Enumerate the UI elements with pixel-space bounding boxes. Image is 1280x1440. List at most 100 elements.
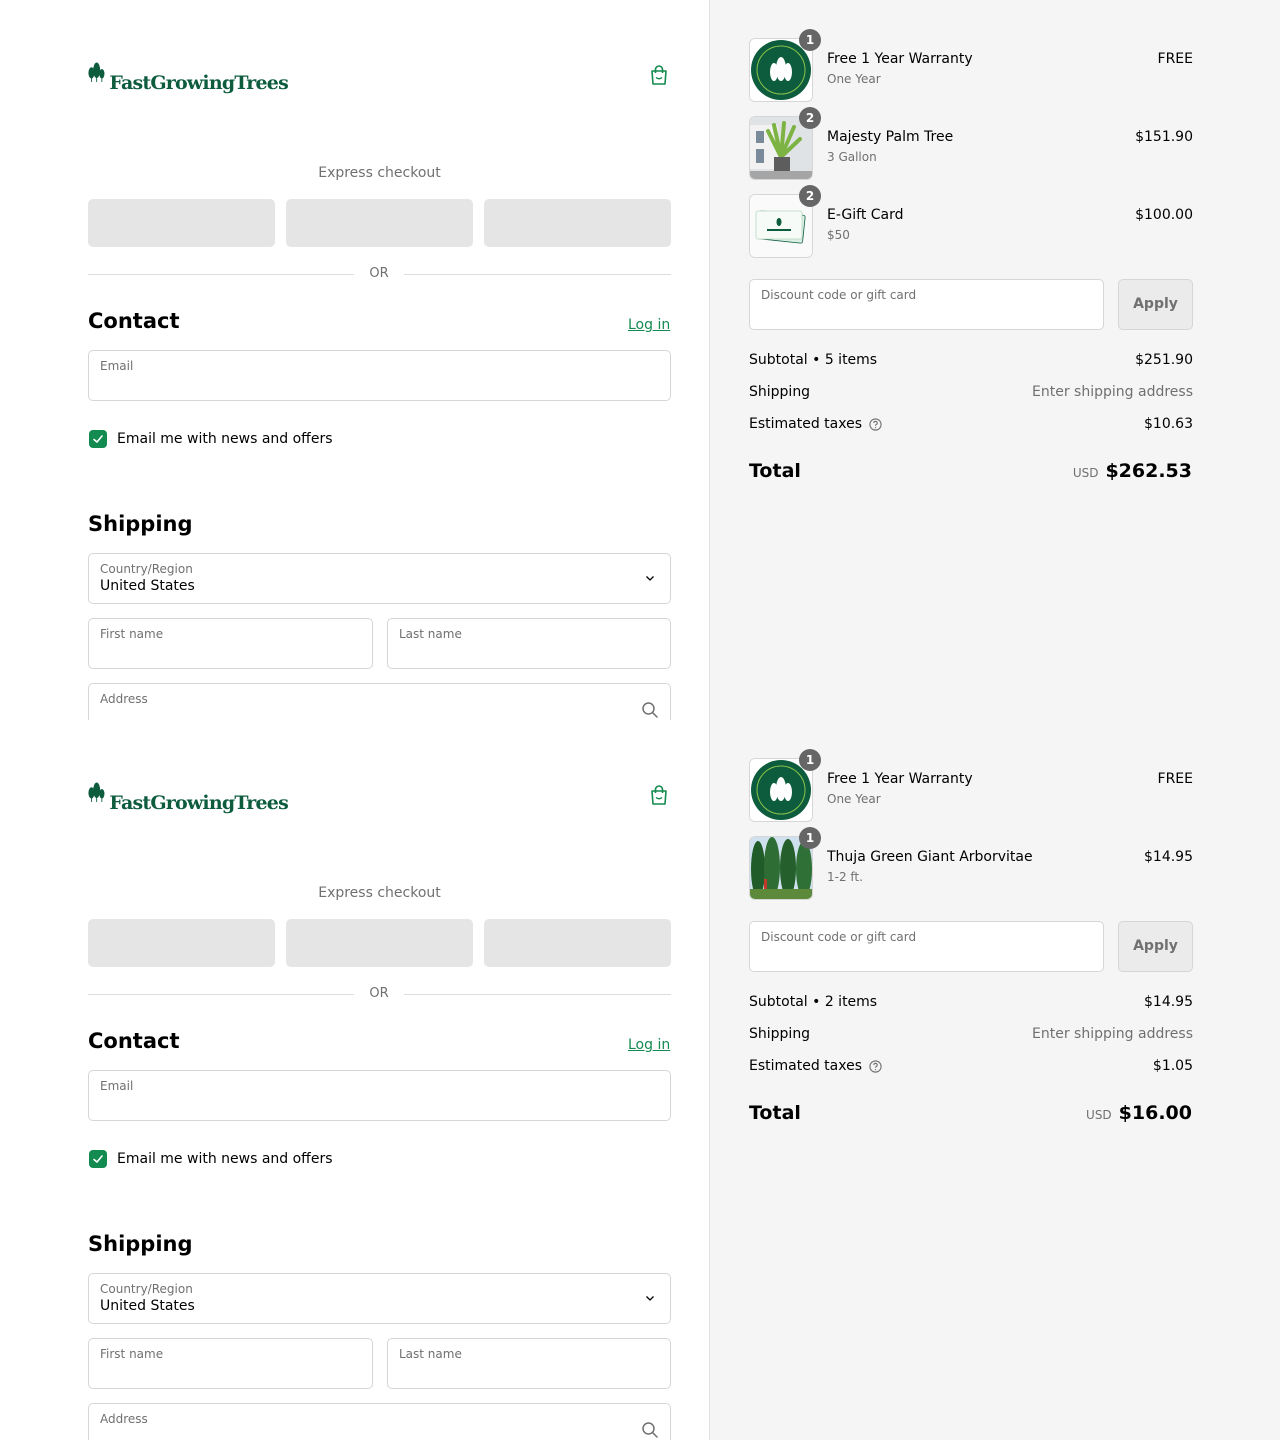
address-field[interactable]: Address <box>88 1403 671 1440</box>
line-item: 2 Majesty Palm Tree 3 Gallon $151.90 <box>749 107 1193 180</box>
divider-line <box>88 994 354 995</box>
total-label: Total <box>749 1102 801 1124</box>
chevron-down-icon <box>646 576 654 581</box>
currency-code: USD <box>1072 466 1099 480</box>
express-pay-button-1[interactable] <box>88 199 275 247</box>
quantity-badge: 1 <box>799 827 821 849</box>
express-pay-button-2[interactable] <box>286 919 473 967</box>
total-value: $16.00 <box>1118 1102 1192 1124</box>
item-price: $100.00 <box>1135 207 1193 223</box>
contact-heading: Contact <box>88 1029 180 1053</box>
total-value: $262.53 <box>1105 460 1192 482</box>
store-logo[interactable]: FastGrowingTrees <box>88 768 289 816</box>
first-name-field[interactable]: First name <box>88 618 373 669</box>
product-thumbnail: 2 <box>749 185 821 258</box>
shopping-bag-icon[interactable] <box>648 784 670 806</box>
last-name-field[interactable]: Last name <box>387 1338 671 1389</box>
item-variant: One Year <box>827 72 881 86</box>
shipping-heading: Shipping <box>88 1232 193 1256</box>
newsletter-label: Email me with news and offers <box>117 1151 333 1167</box>
discount-code-input[interactable]: Discount code or gift card <box>749 921 1104 972</box>
country-select[interactable]: Country/Region United States <box>88 553 671 604</box>
apply-discount-button[interactable]: Apply <box>1118 279 1193 330</box>
check-icon <box>93 1155 103 1163</box>
divider-line <box>404 994 671 995</box>
discount-placeholder: Discount code or gift card <box>761 930 917 944</box>
log-in-link[interactable]: Log in <box>628 1037 670 1053</box>
newsletter-label: Email me with news and offers <box>117 431 333 447</box>
subtotal-value: $14.95 <box>1144 994 1193 1010</box>
taxes-label: Estimated taxes <box>749 1058 863 1074</box>
address-field[interactable]: Address <box>88 683 671 720</box>
taxes-row: Estimated taxes $1.05 <box>749 1058 1193 1078</box>
quantity-badge: 1 <box>799 29 821 51</box>
item-price: FREE <box>1157 771 1193 787</box>
taxes-value: $1.05 <box>1152 1058 1193 1074</box>
express-pay-button-3[interactable] <box>484 199 671 247</box>
store-logo[interactable]: FastGrowingTrees <box>88 48 289 96</box>
item-name: Thuja Green Giant Arborvitae <box>827 849 1033 865</box>
line-item: 1 Thuja Green Giant Arborvitae 1-2 ft. $… <box>749 827 1193 900</box>
taxes-row: Estimated taxes $10.63 <box>749 416 1193 436</box>
subtotal-row: Subtotal • 2 items $14.95 <box>749 994 1193 1014</box>
checkout-form: FastGrowingTrees Express checkout OR Con… <box>0 0 709 720</box>
divider-line <box>404 274 671 275</box>
first-name-field[interactable]: First name <box>88 1338 373 1389</box>
currency-code: USD <box>1086 1108 1112 1122</box>
newsletter-checkbox[interactable] <box>89 430 107 448</box>
question-circle-icon[interactable] <box>869 417 882 431</box>
item-name: Majesty Palm Tree <box>827 129 954 145</box>
last-name-field[interactable]: Last name <box>387 618 671 669</box>
item-variant: One Year <box>827 792 881 806</box>
tree-logo-icon <box>88 782 105 802</box>
line-item: 1 Free 1 Year Warranty One Year FREE <box>749 29 1193 102</box>
express-checkout-label: Express checkout <box>318 165 441 181</box>
check-icon <box>93 435 103 443</box>
email-input[interactable] <box>89 1071 670 1120</box>
line-item: 2 E-Gift Card $50 $100.00 <box>749 185 1193 258</box>
discount-code-input[interactable]: Discount code or gift card <box>749 279 1104 330</box>
quantity-badge: 2 <box>799 185 821 207</box>
total-amount: USD $262.53 <box>1073 460 1192 482</box>
shopping-bag-icon[interactable] <box>648 64 670 86</box>
newsletter-checkbox[interactable] <box>89 1150 107 1168</box>
line-item: 1 Free 1 Year Warranty One Year FREE <box>749 749 1193 822</box>
item-name: Free 1 Year Warranty <box>827 771 973 787</box>
country-label: Country/Region <box>100 1282 193 1296</box>
last-name-label: Last name <box>399 627 462 641</box>
address-label: Address <box>100 1412 148 1426</box>
item-variant: 1-2 ft. <box>827 870 863 884</box>
shipping-cost-label: Shipping <box>749 384 811 400</box>
item-price: $151.90 <box>1135 129 1193 145</box>
country-select[interactable]: Country/Region United States <box>88 1273 671 1324</box>
apply-discount-button[interactable]: Apply <box>1118 921 1193 972</box>
search-icon <box>642 1422 658 1438</box>
taxes-label-group: Estimated taxes <box>749 1058 882 1074</box>
email-input[interactable] <box>89 351 670 400</box>
express-pay-button-1[interactable] <box>88 919 275 967</box>
search-icon <box>642 702 658 718</box>
shipping-row: Shipping Enter shipping address <box>749 384 1193 404</box>
country-label: Country/Region <box>100 562 193 576</box>
or-divider: OR <box>369 986 389 1001</box>
express-pay-button-2[interactable] <box>286 199 473 247</box>
chevron-down-icon <box>646 1296 654 1301</box>
discount-placeholder: Discount code or gift card <box>761 288 917 302</box>
country-value: United States <box>100 1298 195 1314</box>
item-name: Free 1 Year Warranty <box>827 51 973 67</box>
email-field[interactable]: Email <box>88 350 671 401</box>
total-label: Total <box>749 460 801 482</box>
log-in-link[interactable]: Log in <box>628 317 670 333</box>
shipping-cost-value: Enter shipping address <box>1032 384 1193 400</box>
question-circle-icon[interactable] <box>869 1059 882 1073</box>
product-thumbnail: 1 <box>749 827 821 900</box>
total-amount: USD $16.00 <box>1086 1102 1192 1124</box>
contact-heading: Contact <box>88 309 180 333</box>
email-field[interactable]: Email <box>88 1070 671 1121</box>
first-name-label: First name <box>100 1347 164 1361</box>
brand-name: FastGrowingTrees <box>109 72 288 94</box>
product-thumbnail: 1 <box>749 749 821 822</box>
quantity-badge: 1 <box>799 749 821 771</box>
tree-logo-icon <box>88 62 105 82</box>
express-pay-button-3[interactable] <box>484 919 671 967</box>
